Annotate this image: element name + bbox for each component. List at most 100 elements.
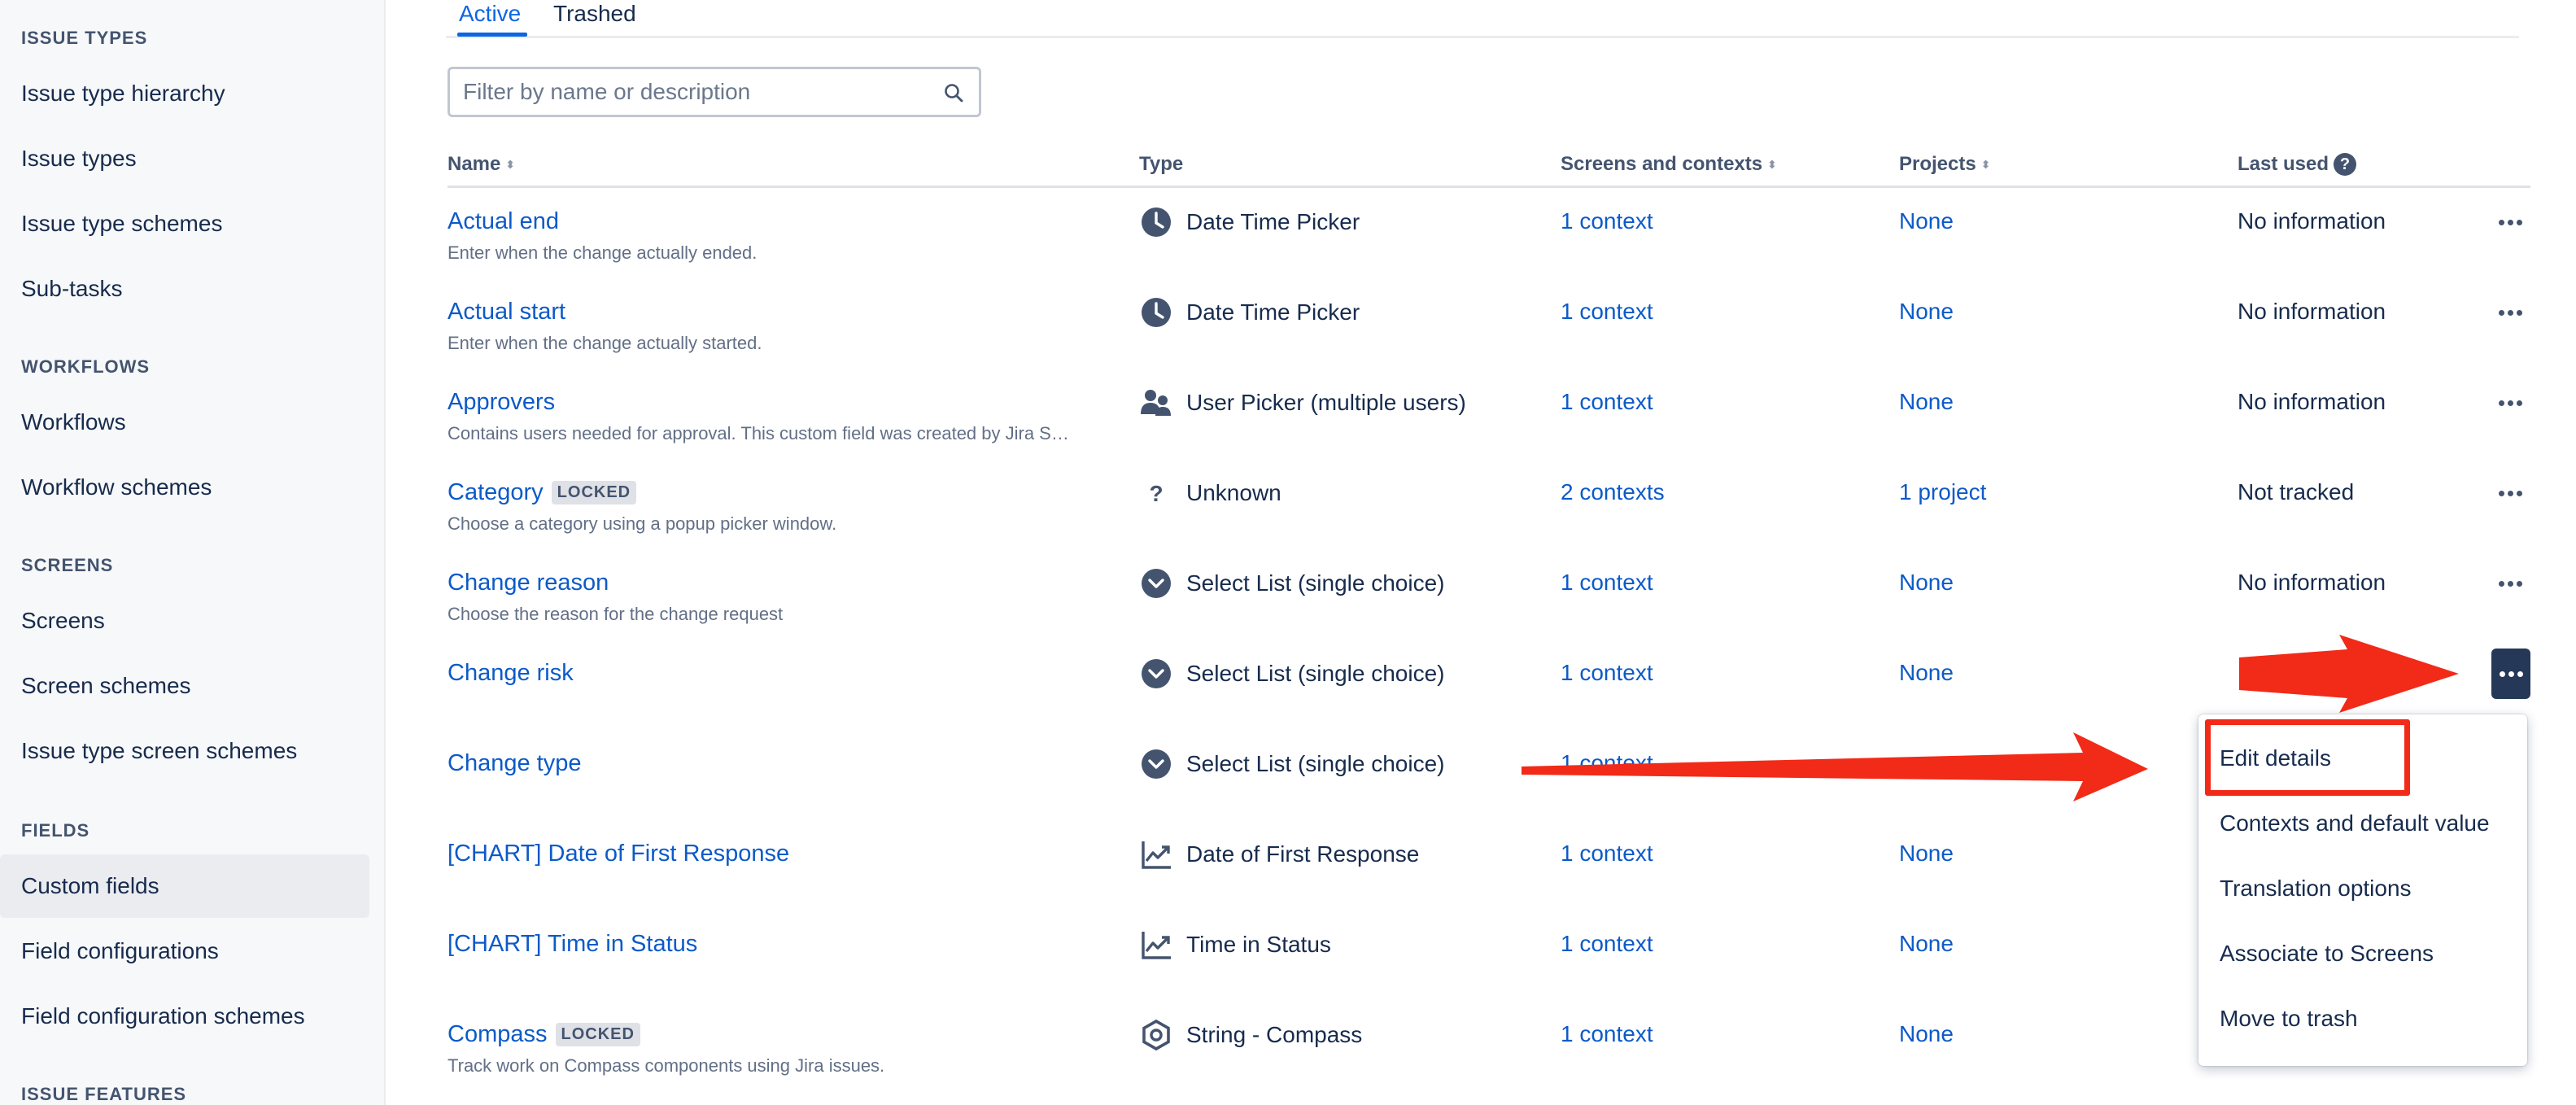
field-description: Choose the reason for the change request — [448, 604, 784, 624]
field-description: Contains users needed for approval. This… — [448, 423, 1069, 443]
clock-icon — [1139, 205, 1173, 239]
field-type: ? Unknown — [1139, 476, 1281, 510]
annotation-highlight-box — [2205, 719, 2410, 796]
clock-icon — [1139, 295, 1173, 330]
field-type: User Picker (multiple users) — [1139, 386, 1466, 420]
projects-link[interactable]: None — [1899, 660, 1954, 686]
chart-icon — [1139, 928, 1173, 962]
last-used-value: No information — [2238, 389, 2386, 414]
question-icon: ? — [1139, 476, 1173, 510]
tab-active-indicator — [457, 33, 527, 37]
more-actions-button-change-reason[interactable] — [2490, 563, 2530, 604]
help-icon[interactable]: ? — [2334, 153, 2357, 176]
column-header-screens-and-contexts[interactable]: Screens and contexts ⬍ — [1561, 153, 1777, 176]
sort-icon: ⬍ — [1980, 158, 1991, 171]
field-type: Select List (single choice) — [1139, 566, 1444, 601]
contexts-link[interactable]: 1 context — [1561, 931, 1653, 957]
menu-item-associate-to-screens[interactable]: Associate to Screens — [2220, 941, 2434, 967]
field-name-link[interactable]: Approvers — [448, 389, 555, 416]
sidebar-heading-issue-types: ISSUE TYPES — [21, 28, 148, 48]
menu-item-contexts-and-default-value[interactable]: Contexts and default value — [2220, 810, 2490, 836]
field-description: Track work on Compass components using J… — [448, 1055, 885, 1076]
tab-trashed[interactable]: Trashed — [553, 0, 636, 37]
field-name-link[interactable]: Actual start — [448, 299, 565, 325]
more-actions-button-approvers[interactable] — [2490, 382, 2530, 423]
contexts-link[interactable]: 1 context — [1561, 299, 1653, 325]
last-used-value: No information — [2238, 299, 2386, 324]
projects-link[interactable]: None — [1899, 208, 1954, 234]
last-used-value: Not tracked — [2238, 479, 2355, 504]
users-icon — [1139, 386, 1173, 420]
more-actions-button-actual-start[interactable] — [2490, 292, 2530, 333]
table-row: Compass LOCKED Track work on Compass compo… — [0, 1008, 2576, 1099]
chart-icon — [1139, 837, 1173, 871]
chevron-circle-icon — [1139, 657, 1173, 691]
contexts-link[interactable]: 1 context — [1561, 208, 1653, 234]
table-row: Actual start Enter when the change actual… — [0, 286, 2576, 377]
header-divider — [448, 186, 2530, 188]
projects-link[interactable]: None — [1899, 389, 1954, 415]
projects-link[interactable]: None — [1899, 841, 1954, 867]
column-header-name[interactable]: Name ⬍ — [448, 153, 515, 176]
search-icon[interactable] — [943, 82, 964, 103]
sidebar-item-issue-type-hierarchy[interactable]: Issue type hierarchy — [0, 62, 369, 125]
table-row: Category LOCKED Choose a category using a … — [0, 466, 2576, 557]
chevron-circle-icon — [1139, 747, 1173, 781]
more-actions-button-actual-end[interactable] — [2490, 202, 2530, 242]
field-name-link[interactable]: [CHART] Date of First Response — [448, 841, 789, 867]
field-type: Select List (single choice) — [1139, 747, 1444, 781]
field-type: Date of First Response — [1139, 837, 1419, 871]
field-name-link[interactable]: Change reason — [448, 570, 609, 596]
table-row: Actual end Enter when the change actually… — [0, 195, 2576, 286]
sort-icon: ⬍ — [1767, 158, 1777, 171]
more-icon — [2498, 309, 2522, 316]
contexts-link[interactable]: 1 context — [1561, 389, 1653, 415]
field-name-link[interactable]: Change risk — [448, 660, 574, 687]
menu-item-move-to-trash[interactable]: Move to trash — [2220, 1006, 2358, 1032]
table-row: Change reason Choose the reason for the c… — [0, 557, 2576, 648]
field-type: String - Compass — [1139, 1018, 1362, 1052]
contexts-link[interactable]: 1 context — [1561, 660, 1653, 686]
field-name-link[interactable]: Actual end — [448, 208, 559, 235]
hexagon-icon — [1139, 1018, 1173, 1052]
column-header-projects[interactable]: Projects ⬍ — [1899, 153, 1990, 176]
sidebar-item-issue-types[interactable]: Issue types — [0, 127, 369, 190]
chevron-circle-icon — [1139, 566, 1173, 601]
field-name-link[interactable]: [CHART] Time in Status — [448, 931, 697, 958]
filter-input[interactable] — [463, 79, 919, 105]
more-icon — [2499, 670, 2523, 677]
tabs-divider — [446, 36, 2519, 38]
contexts-link[interactable]: 1 context — [1561, 750, 1653, 776]
field-name-link[interactable]: Compass LOCKED — [448, 1021, 640, 1048]
column-header-last-used: Last used ? — [2238, 153, 2357, 176]
projects-link[interactable]: 1 project — [1899, 479, 1986, 505]
contexts-link[interactable]: 1 context — [1561, 841, 1653, 867]
projects-link[interactable]: None — [1899, 931, 1954, 957]
contexts-link[interactable]: 1 context — [1561, 570, 1653, 596]
projects-link[interactable]: None — [1899, 1021, 1954, 1047]
field-name-link[interactable]: Category LOCKED — [448, 479, 637, 506]
table-row: [CHART] Date of First Response Date of Fi… — [0, 828, 2576, 919]
more-actions-button-category[interactable] — [2490, 473, 2530, 513]
contexts-link[interactable]: 1 context — [1561, 1021, 1653, 1047]
table-row: [CHART] Time in Status Time in Status 1 co… — [0, 918, 2576, 1009]
table-row: Change type Select List (single choice) 1 … — [0, 737, 2576, 828]
field-name-link[interactable]: Change type — [448, 750, 581, 777]
svg-text:?: ? — [1149, 481, 1163, 506]
table-row: Approvers Contains users needed for appro… — [0, 376, 2576, 467]
last-used-value: No information — [2238, 660, 2386, 685]
contexts-link[interactable]: 2 contexts — [1561, 479, 1665, 505]
projects-link[interactable]: None — [1899, 570, 1954, 596]
field-description: Enter when the change actually ended. — [448, 242, 758, 263]
projects-link[interactable]: None — [1899, 299, 1954, 325]
locked-badge: LOCKED — [555, 1023, 640, 1046]
more-actions-button-change-risk[interactable] — [2491, 649, 2530, 699]
more-icon — [2498, 400, 2522, 406]
field-description: Enter when the change actually started. — [448, 333, 762, 353]
more-icon — [2498, 219, 2522, 225]
more-icon — [2498, 580, 2522, 587]
locked-badge: LOCKED — [551, 481, 637, 504]
last-used-value: No information — [2238, 570, 2386, 595]
menu-item-translation-options[interactable]: Translation options — [2220, 876, 2412, 902]
field-type: Date Time Picker — [1139, 295, 1360, 330]
